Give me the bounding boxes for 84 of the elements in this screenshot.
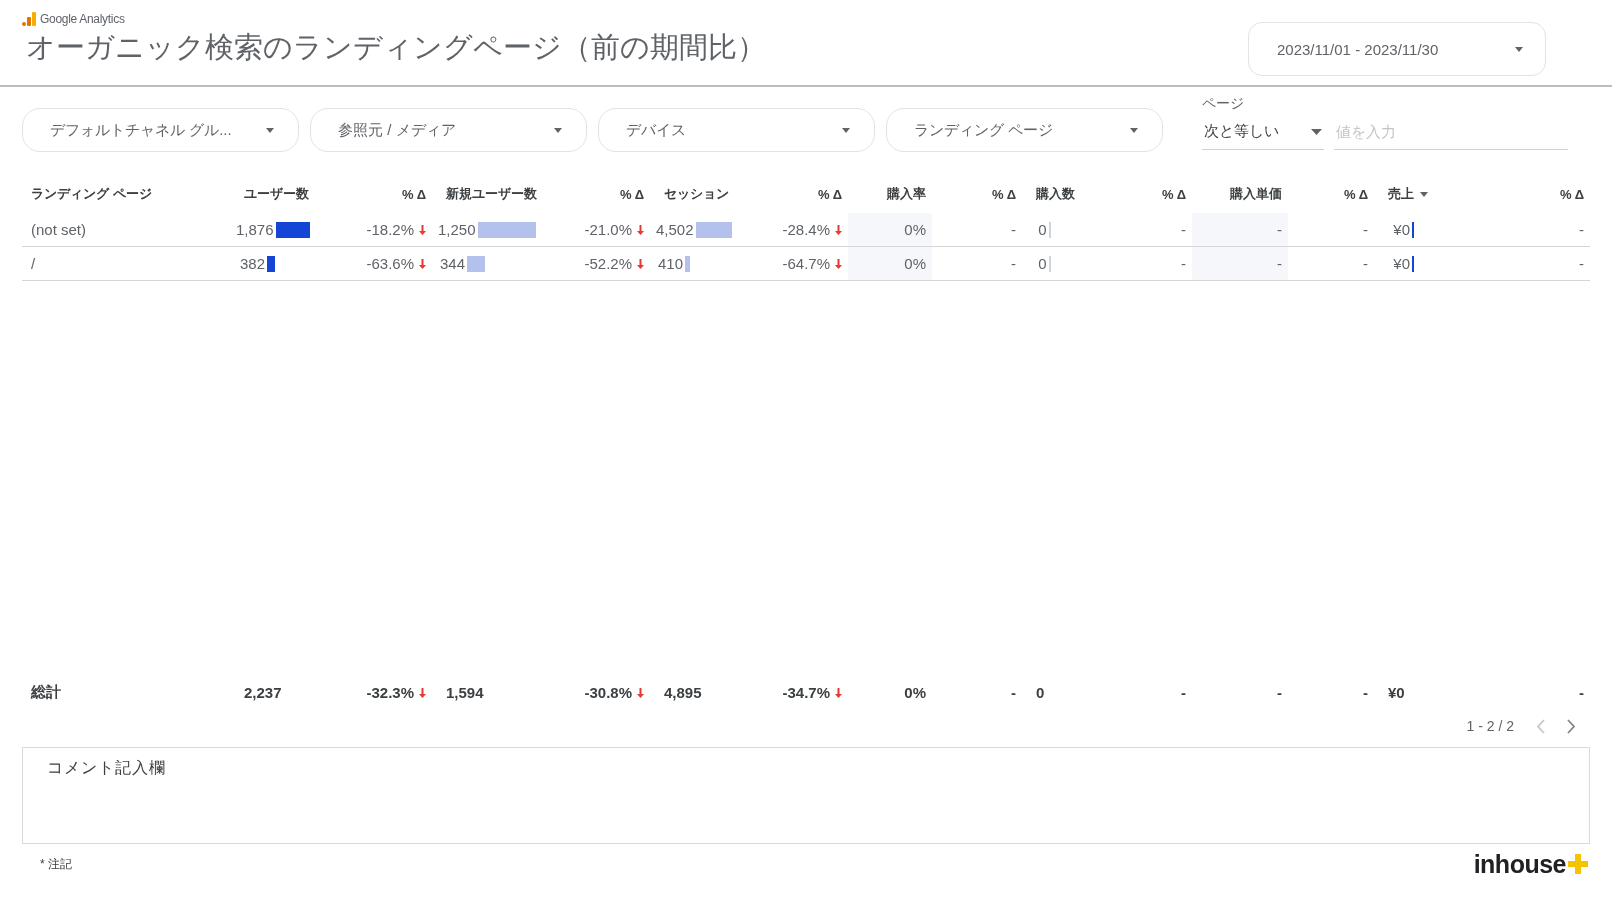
column-header[interactable]: % Δ [932, 186, 1022, 202]
table-cell: - [1363, 221, 1368, 238]
table-cell: - [1579, 255, 1584, 272]
table-cell: - [1011, 255, 1016, 272]
table-cell: - [1363, 255, 1368, 272]
filter-label: ページ [1202, 94, 1244, 113]
page-range: 1 - 2 / 2 [1466, 718, 1514, 734]
table-cell: 1,876 [236, 221, 274, 238]
caret-icon [842, 127, 850, 133]
caret-icon [1130, 127, 1138, 133]
column-header[interactable]: % Δ [1105, 186, 1192, 202]
caret-icon [1515, 46, 1523, 52]
table-cell: (not set) [31, 221, 87, 238]
column-header[interactable]: % Δ [1288, 186, 1374, 202]
table-cell-text: ¥0 [1392, 255, 1410, 272]
table-cell: 344 [438, 255, 465, 272]
table-cell: 0% [904, 684, 926, 701]
table-cell: -52.2% [584, 255, 632, 272]
table-cell: 0 [1036, 684, 1045, 701]
comment-box-title: コメント記入欄 [47, 759, 166, 776]
next-page-button[interactable] [1567, 718, 1576, 734]
footnote: * 注記 [40, 855, 72, 873]
table-cell: 4,502 [656, 221, 694, 238]
filter-dropdown[interactable]: 参照元 / メディア [310, 108, 587, 152]
table-cell: - [1181, 684, 1186, 701]
table-cell: - [1579, 221, 1584, 238]
table-cell: 1,250 [438, 221, 476, 238]
table-cell: -34.7% [782, 684, 830, 701]
table-cell: - [1277, 255, 1282, 272]
brand-name: Google Analytics [40, 12, 125, 26]
table-cell: -28.4% [782, 221, 830, 238]
column-header[interactable]: % Δ [338, 186, 432, 202]
table-cell: -64.7% [782, 255, 830, 272]
column-header[interactable]: セッション [650, 185, 756, 203]
bar-chart-logo-icon [22, 12, 36, 26]
column-header[interactable]: 売上 [1374, 185, 1480, 203]
table-cell: - [1277, 684, 1282, 701]
table-cell: 1,594 [446, 684, 484, 701]
table-cell: 410 [656, 255, 683, 272]
table-cell: - [1181, 255, 1186, 272]
table-cell: 0% [904, 221, 926, 238]
table-cell-text: 0 [1037, 255, 1047, 272]
chevron-right-icon [1567, 718, 1576, 734]
column-header[interactable]: % Δ [560, 186, 650, 202]
table-cell: - [1011, 221, 1016, 238]
table-cell: 0% [904, 255, 926, 272]
column-header[interactable]: ランディング ページ [22, 185, 230, 203]
table-cell: -30.8% [584, 684, 632, 701]
filter-dropdown[interactable]: デフォルトチャネル グル... [22, 108, 299, 152]
column-header[interactable]: 新規ユーザー数 [432, 185, 560, 203]
table-cell: - [1579, 684, 1584, 701]
column-header[interactable]: ユーザー数 [230, 185, 338, 203]
table-cell: - [1363, 684, 1368, 701]
column-header[interactable]: % Δ [1480, 186, 1590, 202]
page-title: オーガニック検索のランディングページ（前の期間比） [26, 30, 766, 65]
table-cell-text: 0 [1037, 221, 1047, 238]
filter-dropdown[interactable]: ランディング ページ [886, 108, 1163, 152]
column-header[interactable]: 購入数 [1022, 185, 1105, 203]
table-cell: -18.2% [366, 221, 414, 238]
table-cell: - [1011, 684, 1016, 701]
date-range-dropdown[interactable]: 2023/11/01 - 2023/11/30 [1248, 22, 1546, 76]
caret-icon [266, 127, 274, 133]
operator-dropdown[interactable]: 次と等しい [1202, 114, 1324, 150]
caret-icon [1311, 128, 1322, 135]
column-header[interactable]: 購入単価 [1192, 185, 1288, 203]
table-cell: - [1181, 221, 1186, 238]
caret-icon [554, 127, 562, 133]
plus-logo-icon [1568, 854, 1588, 874]
table-cell: / [31, 255, 36, 272]
table-cell: - [1277, 221, 1282, 238]
table-cell: 4,895 [664, 684, 702, 701]
table-cell-text: 382 [238, 255, 265, 272]
table-cell: -32.3% [366, 684, 414, 701]
table-cell: 2,237 [244, 684, 282, 701]
column-header[interactable]: % Δ [756, 186, 848, 202]
filter-dropdown[interactable]: デバイス [598, 108, 875, 152]
logo-text: inhouse [1473, 849, 1566, 879]
table-cell: -21.0% [584, 221, 632, 238]
total-label: 総計 [31, 683, 61, 702]
chevron-left-icon [1536, 718, 1545, 734]
table-cell: ¥0 [1388, 684, 1405, 701]
table-cell-text: ¥0 [1392, 221, 1410, 238]
column-header[interactable]: 購入率 [848, 185, 932, 203]
table-cell: -63.6% [366, 255, 414, 272]
